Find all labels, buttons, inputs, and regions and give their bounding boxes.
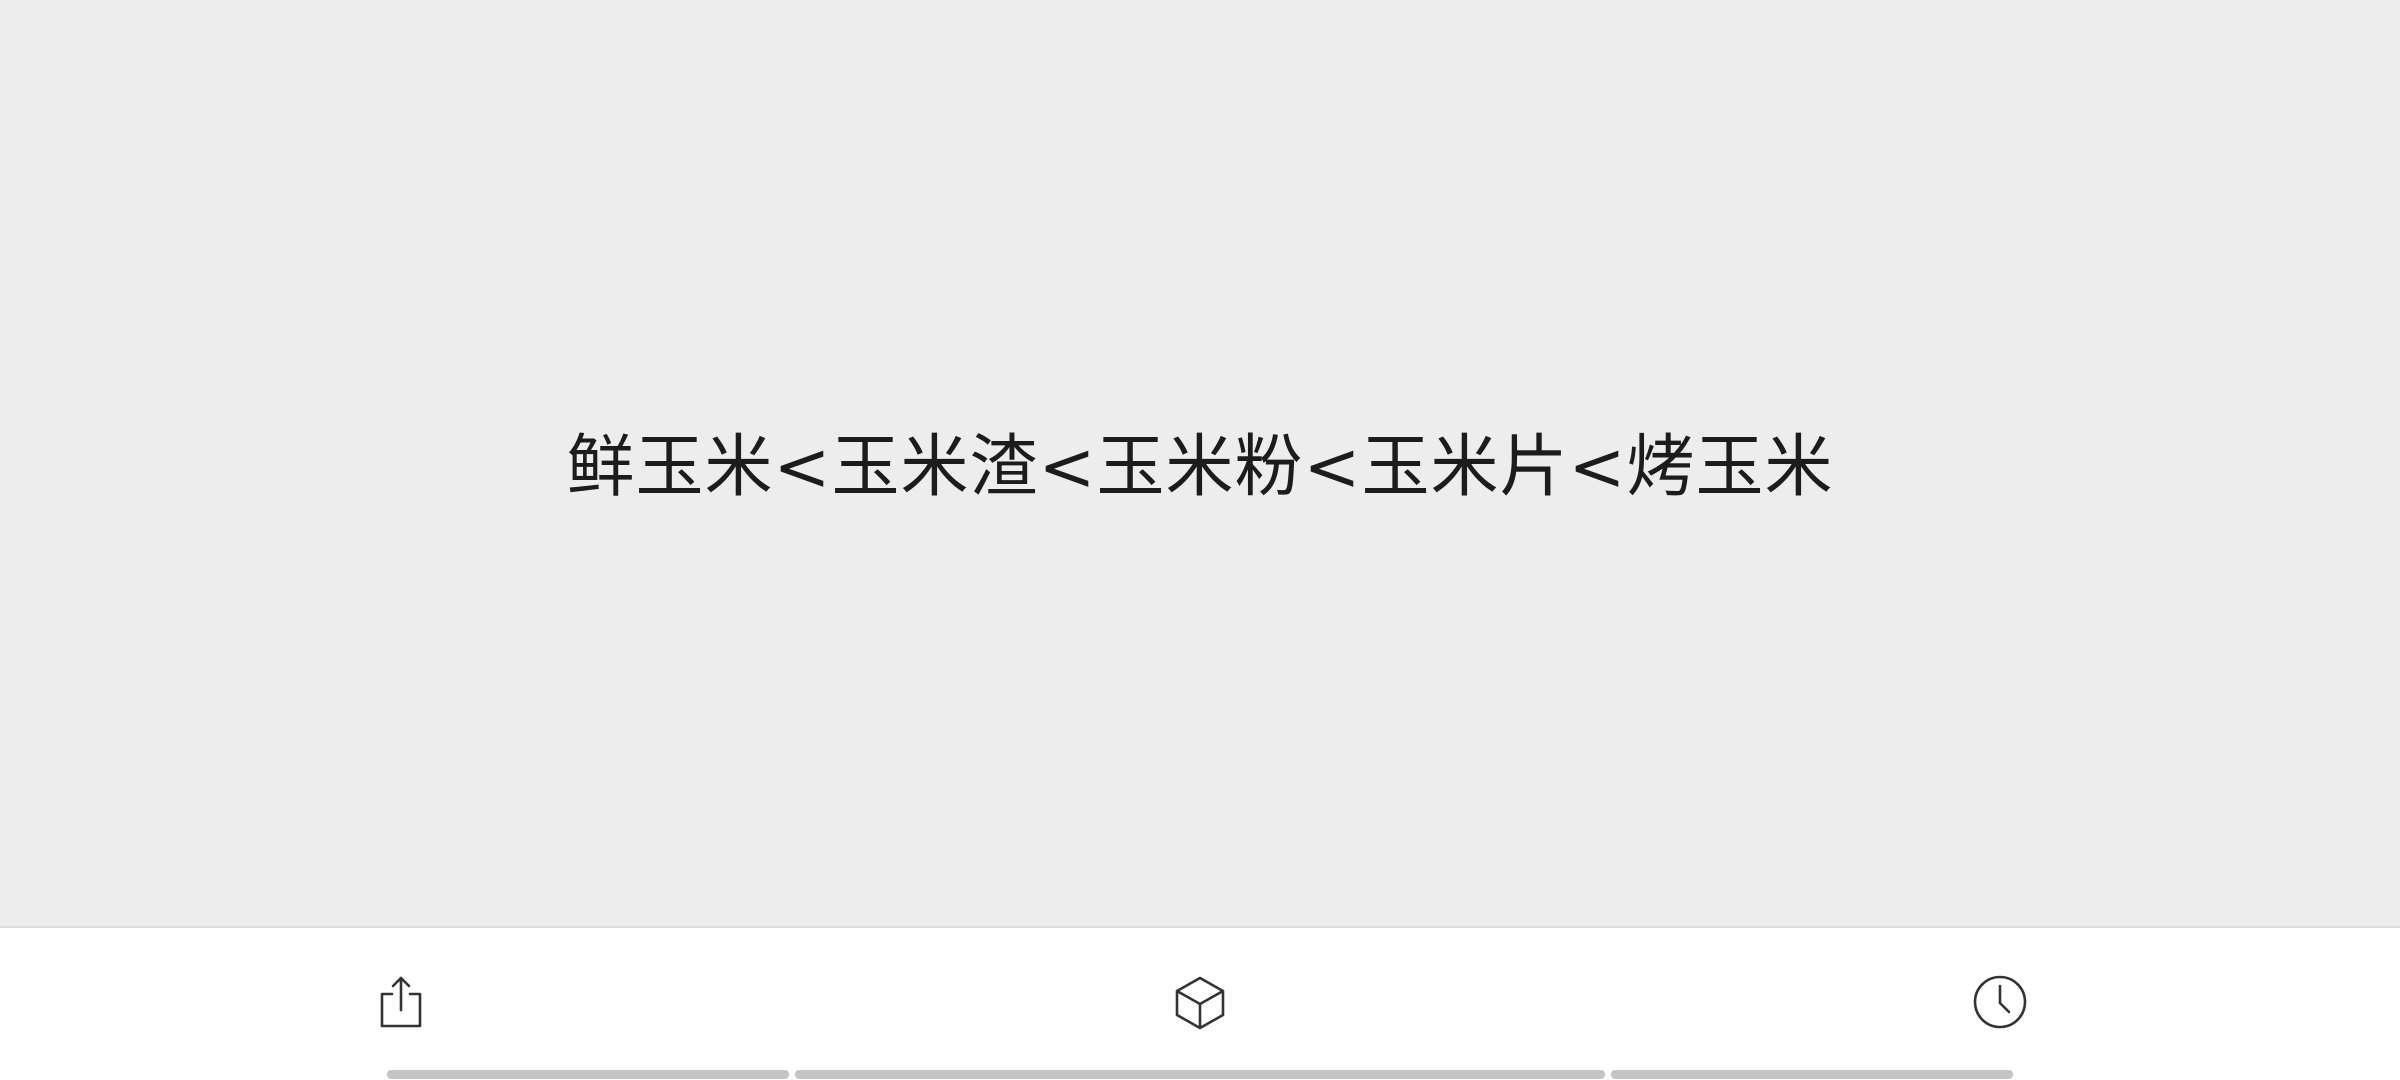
- text-viewer: 鲜玉米<玉米渣<玉米粉<玉米片<烤玉米: [0, 0, 2400, 928]
- progress-segment: [387, 1070, 789, 1079]
- cube-icon: [1172, 974, 1228, 1034]
- clock-icon: [1972, 974, 2028, 1034]
- progress-segment: [1611, 1070, 2013, 1079]
- display-text: 鲜玉米<玉米渣<玉米粉<玉米片<烤玉米: [566, 428, 1834, 507]
- history-button[interactable]: [1968, 972, 2032, 1036]
- share-button[interactable]: [368, 972, 432, 1036]
- ar-view-button[interactable]: [1168, 972, 1232, 1036]
- progress-segment: [795, 1070, 1605, 1079]
- bottom-toolbar: [0, 928, 2400, 1080]
- share-icon: [372, 974, 428, 1034]
